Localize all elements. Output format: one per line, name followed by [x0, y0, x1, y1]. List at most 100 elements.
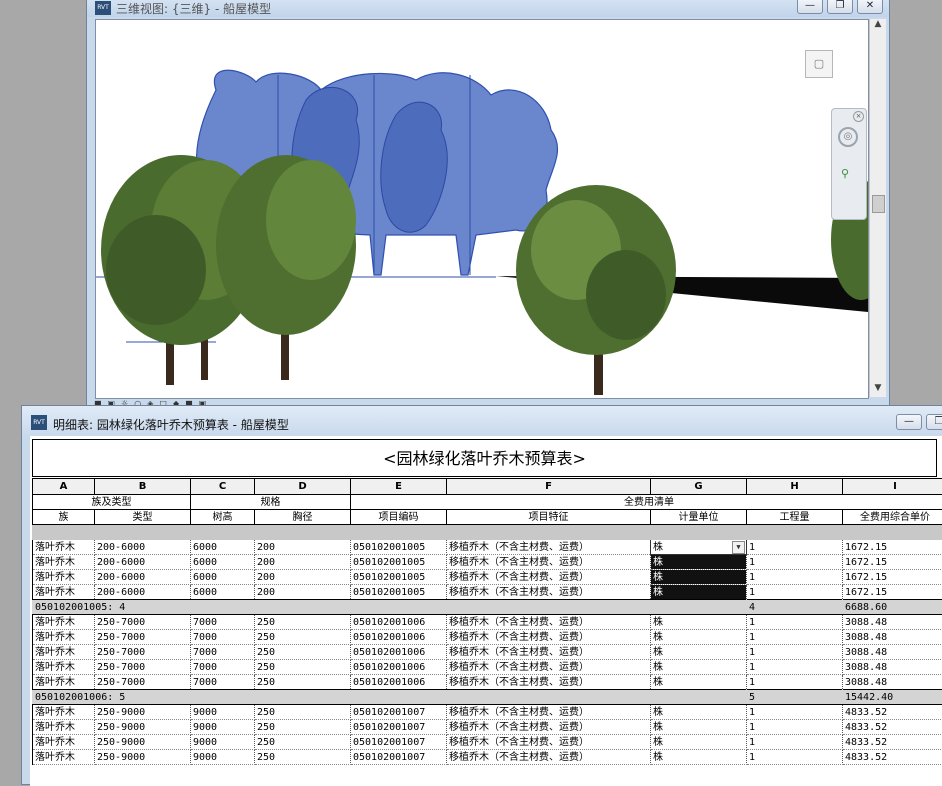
close-navbar-icon[interactable]: × — [853, 111, 864, 122]
steering-wheel-icon[interactable]: ◎ — [838, 127, 858, 147]
table-cell[interactable]: 落叶乔木 — [33, 555, 95, 570]
table-cell[interactable]: 4833.52 — [843, 720, 942, 735]
table-cell[interactable]: 1 — [747, 585, 843, 600]
scroll-thumb[interactable] — [872, 195, 885, 213]
table-row[interactable]: 落叶乔木250-70007000250050102001006移植乔木（不含主材… — [33, 645, 942, 660]
table-cell[interactable]: 1 — [747, 555, 843, 570]
table-cell[interactable]: 050102001006 — [351, 660, 447, 675]
table-cell[interactable]: 株 — [651, 720, 747, 735]
table-cell[interactable]: 落叶乔木 — [33, 735, 95, 750]
table-cell[interactable]: 1 — [747, 630, 843, 645]
table-cell[interactable]: 250 — [255, 660, 351, 675]
table-cell[interactable]: 7000 — [191, 615, 255, 630]
table-cell[interactable]: 落叶乔木 — [33, 675, 95, 690]
table-row[interactable]: 落叶乔木250-90009000250050102001007移植乔木（不含主材… — [33, 720, 942, 735]
scroll-down-icon[interactable]: ▼ — [870, 383, 886, 397]
table-cell[interactable]: 1 — [747, 570, 843, 585]
table-cell[interactable]: 株 — [651, 585, 747, 600]
table-cell[interactable]: 株 — [651, 735, 747, 750]
table-cell[interactable]: 250 — [255, 735, 351, 750]
table-cell[interactable]: 9000 — [191, 720, 255, 735]
table-cell[interactable]: 200 — [255, 570, 351, 585]
table-cell[interactable]: 落叶乔木 — [33, 585, 95, 600]
table-cell[interactable]: 050102001005 — [351, 585, 447, 600]
column-letter[interactable]: G — [651, 479, 747, 495]
column-header[interactable]: 树高 — [191, 510, 255, 525]
table-cell[interactable]: 移植乔木（不含主材费、运费） — [447, 615, 651, 630]
table-cell[interactable]: 250-7000 — [95, 615, 191, 630]
table-cell[interactable]: 1 — [747, 675, 843, 690]
3d-view-titlebar[interactable]: RVT 三维视图: {三维} - 船屋模型 — ❐ ✕ — [87, 0, 889, 17]
table-cell[interactable]: 200 — [255, 540, 351, 555]
column-letter[interactable]: H — [747, 479, 843, 495]
table-cell[interactable]: 200 — [255, 555, 351, 570]
table-cell[interactable]: 200-6000 — [95, 555, 191, 570]
table-cell[interactable]: 050102001006 — [351, 675, 447, 690]
table-cell[interactable]: 移植乔木（不含主材费、运费） — [447, 555, 651, 570]
column-header[interactable]: 类型 — [95, 510, 191, 525]
table-cell[interactable]: 移植乔木（不含主材费、运费） — [447, 750, 651, 765]
table-cell[interactable]: 1 — [747, 705, 843, 720]
table-cell[interactable]: 250-9000 — [95, 735, 191, 750]
column-letter[interactable]: I — [843, 479, 942, 495]
table-cell[interactable]: 7000 — [191, 660, 255, 675]
scroll-up-icon[interactable]: ▲ — [870, 19, 886, 33]
column-header[interactable]: 全费用综合单价 — [843, 510, 942, 525]
table-cell[interactable]: 250-9000 — [95, 750, 191, 765]
viewcube-icon[interactable]: ▢ — [805, 50, 833, 78]
table-cell[interactable]: 050102001007 — [351, 705, 447, 720]
table-cell[interactable]: 移植乔木（不含主材费、运费） — [447, 720, 651, 735]
table-cell[interactable]: 250-7000 — [95, 675, 191, 690]
table-cell[interactable]: 移植乔木（不含主材费、运费） — [447, 735, 651, 750]
table-cell[interactable]: 移植乔木（不含主材费、运费） — [447, 540, 651, 555]
table-cell[interactable]: 9000 — [191, 750, 255, 765]
table-cell[interactable]: 1 — [747, 660, 843, 675]
table-cell[interactable]: 200-6000 — [95, 540, 191, 555]
schedule-titlebar[interactable]: RVT 明细表: 园林绿化落叶乔木预算表 - 船屋模型 — ❐ — [22, 406, 942, 436]
table-row[interactable]: 落叶乔木250-90009000250050102001007移植乔木（不含主材… — [33, 735, 942, 750]
minimize-icon[interactable]: — — [797, 0, 823, 14]
table-cell[interactable]: 移植乔木（不含主材费、运费） — [447, 705, 651, 720]
column-letter[interactable]: C — [191, 479, 255, 495]
3d-viewport[interactable]: ▢ × ◎ ⚲ — [95, 19, 869, 399]
table-cell[interactable]: 株 — [651, 615, 747, 630]
table-cell[interactable]: 移植乔木（不含主材费、运费） — [447, 675, 651, 690]
table-cell[interactable]: 6000 — [191, 570, 255, 585]
table-cell[interactable]: 250-9000 — [95, 720, 191, 735]
column-header[interactable]: 项目编码 — [351, 510, 447, 525]
3d-view-vertical-scrollbar[interactable]: ▲ ▼ — [869, 19, 886, 397]
table-cell[interactable]: 250 — [255, 630, 351, 645]
table-cell[interactable]: 落叶乔木 — [33, 570, 95, 585]
table-cell[interactable]: 250 — [255, 720, 351, 735]
column-header[interactable]: 项目特征 — [447, 510, 651, 525]
table-cell[interactable]: 1672.15 — [843, 540, 942, 555]
table-cell[interactable]: 1 — [747, 720, 843, 735]
zoom-icon[interactable]: ⚲ — [841, 167, 855, 181]
table-cell[interactable]: 移植乔木（不含主材费、运费） — [447, 660, 651, 675]
table-cell[interactable]: 落叶乔木 — [33, 615, 95, 630]
table-cell[interactable]: 200-6000 — [95, 585, 191, 600]
table-cell[interactable]: 1 — [747, 615, 843, 630]
table-cell[interactable]: 1 — [747, 750, 843, 765]
table-cell[interactable]: 050102001006 — [351, 645, 447, 660]
table-cell[interactable]: 200-6000 — [95, 570, 191, 585]
table-cell[interactable]: 株 — [651, 660, 747, 675]
table-row[interactable]: 落叶乔木250-90009000250050102001007移植乔木（不含主材… — [33, 750, 942, 765]
table-cell[interactable]: 7000 — [191, 645, 255, 660]
column-letter[interactable]: E — [351, 479, 447, 495]
chevron-down-icon[interactable]: ▼ — [732, 541, 745, 554]
column-header[interactable]: 计量单位 — [651, 510, 747, 525]
column-letter[interactable]: B — [95, 479, 191, 495]
table-cell[interactable]: 1672.15 — [843, 555, 942, 570]
table-row[interactable]: 落叶乔木250-70007000250050102001006移植乔木（不含主材… — [33, 615, 942, 630]
table-cell[interactable]: 落叶乔木 — [33, 540, 95, 555]
table-cell[interactable]: 050102001005 — [351, 540, 447, 555]
table-cell[interactable]: 250-7000 — [95, 660, 191, 675]
table-cell[interactable]: 落叶乔木 — [33, 705, 95, 720]
table-cell[interactable]: 050102001005 — [351, 555, 447, 570]
table-cell[interactable]: 落叶乔木 — [33, 750, 95, 765]
table-row[interactable]: 落叶乔木250-90009000250050102001007移植乔木（不含主材… — [33, 705, 942, 720]
table-cell[interactable]: 株 — [651, 675, 747, 690]
table-cell[interactable]: 250 — [255, 675, 351, 690]
table-cell[interactable]: 250 — [255, 705, 351, 720]
